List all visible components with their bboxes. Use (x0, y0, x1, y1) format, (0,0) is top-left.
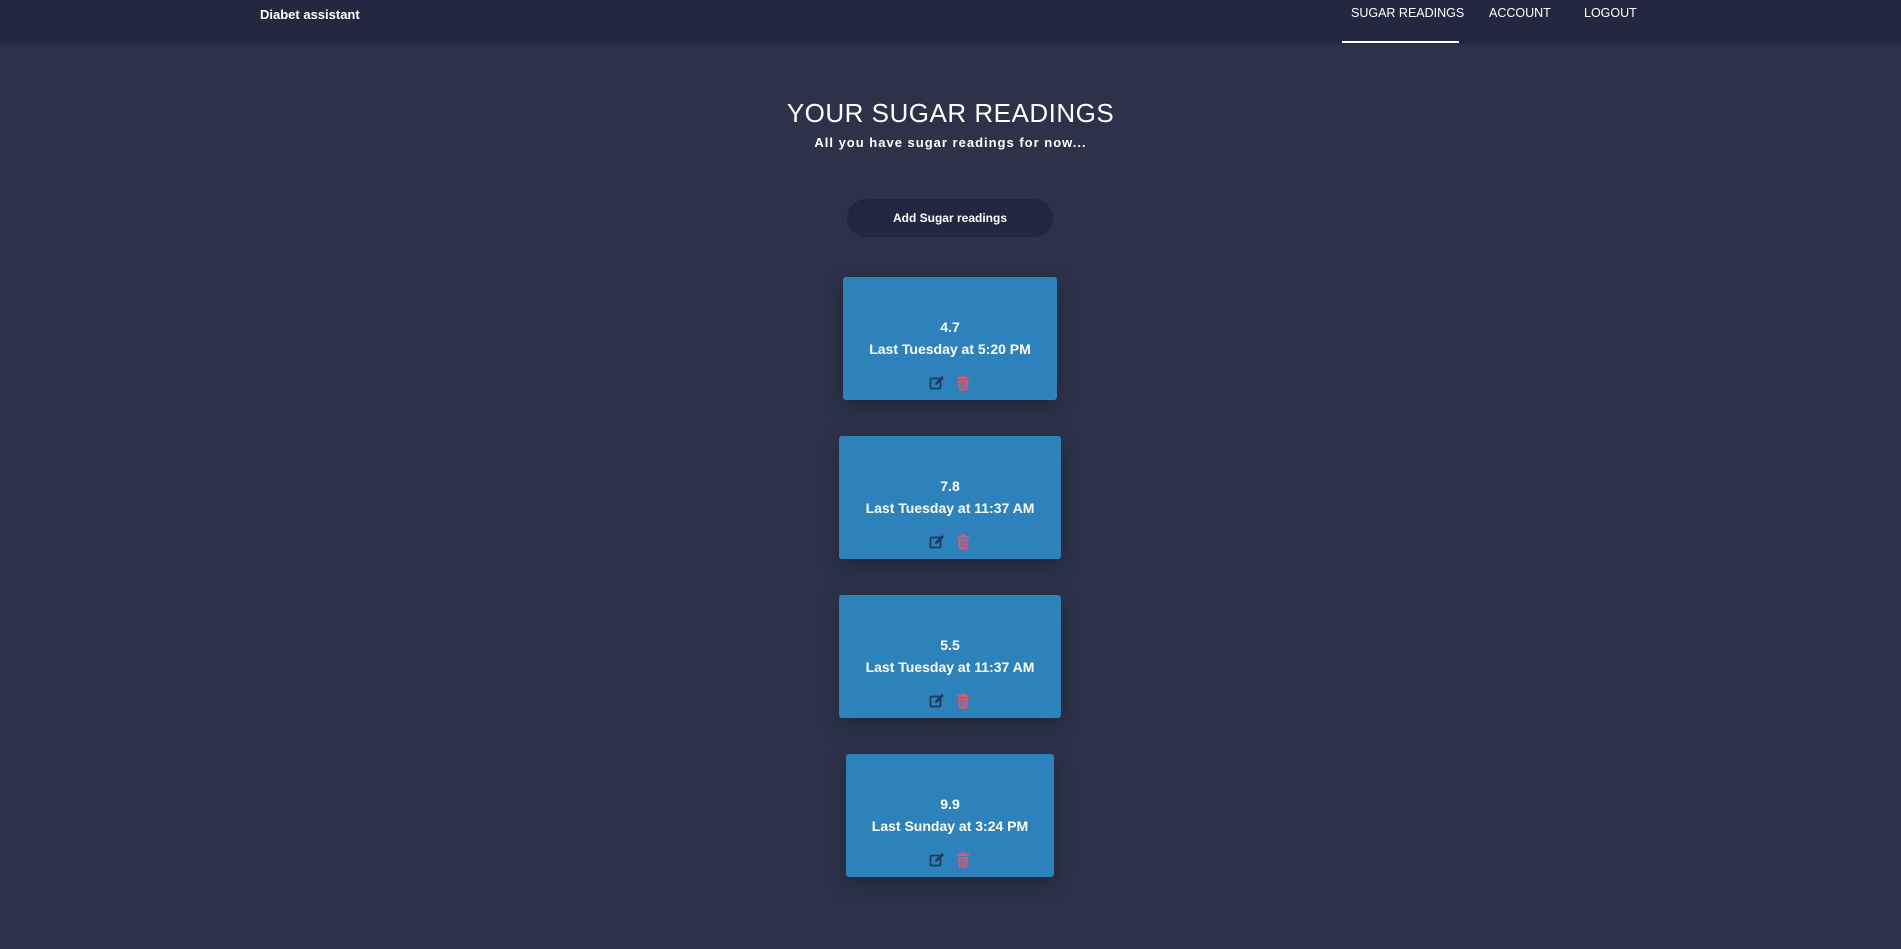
nav-sugar-readings[interactable]: SUGAR READINGS (1351, 6, 1464, 20)
nav-logout[interactable]: LOGOUT (1584, 6, 1637, 20)
reading-value: 5.5 (940, 637, 960, 653)
edit-icon[interactable] (929, 534, 945, 550)
reading-card: 7.8 Last Tuesday at 11:37 AM (839, 436, 1061, 559)
trash-icon[interactable] (955, 693, 971, 709)
edit-icon[interactable] (929, 693, 945, 709)
reading-actions (839, 693, 1061, 709)
page-subtitle: All you have sugar readings for now... (814, 135, 1087, 150)
brand-name[interactable]: Diabet assistant (260, 7, 360, 22)
active-nav-indicator (1342, 41, 1459, 43)
reading-actions (843, 375, 1057, 391)
edit-icon[interactable] (929, 375, 945, 391)
trash-icon[interactable] (955, 534, 971, 550)
reading-value: 7.8 (940, 478, 960, 494)
top-navbar: Diabet assistant SUGAR READINGS ACCOUNT … (0, 0, 1901, 45)
nav-account[interactable]: ACCOUNT (1489, 6, 1551, 20)
edit-icon[interactable] (929, 852, 945, 868)
reading-card: 4.7 Last Tuesday at 5:20 PM (843, 277, 1057, 400)
page-title: YOUR SUGAR READINGS (786, 98, 1115, 128)
reading-card: 5.5 Last Tuesday at 11:37 AM (839, 595, 1061, 718)
reading-value: 4.7 (940, 319, 960, 335)
reading-actions (846, 852, 1054, 868)
reading-time: Last Tuesday at 5:20 PM (869, 341, 1031, 357)
reading-time: Last Tuesday at 11:37 AM (865, 659, 1035, 675)
trash-icon[interactable] (955, 852, 971, 868)
reading-time: Last Tuesday at 11:37 AM (865, 500, 1035, 516)
reading-time: Last Sunday at 3:24 PM (871, 818, 1029, 834)
reading-actions (839, 534, 1061, 550)
reading-card: 9.9 Last Sunday at 3:24 PM (846, 754, 1054, 877)
add-sugar-readings-button[interactable]: Add Sugar readings (847, 199, 1053, 237)
reading-value: 9.9 (940, 796, 960, 812)
trash-icon[interactable] (955, 375, 971, 391)
